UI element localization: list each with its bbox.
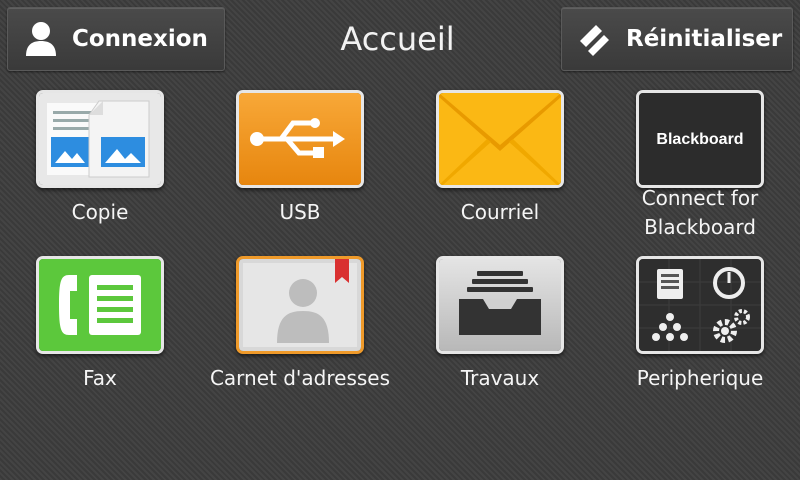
- app-copie[interactable]: Copie: [0, 90, 200, 250]
- app-carnet-d-adresses[interactable]: Carnet d'adresses: [200, 256, 400, 416]
- blackboard-icon: Blackboard: [636, 90, 764, 188]
- app-label: USB: [279, 200, 321, 224]
- user-icon: [24, 21, 58, 57]
- svg-text:Blackboard: Blackboard: [656, 131, 743, 148]
- app-label: Carnet d'adresses: [209, 366, 391, 390]
- copy-icon: [36, 90, 164, 188]
- app-label: Connect for Blackboard: [641, 186, 759, 239]
- login-label: Connexion: [72, 26, 208, 52]
- fax-icon: [36, 256, 164, 354]
- app-travaux[interactable]: Travaux: [400, 256, 600, 416]
- app-label: Travaux: [460, 366, 540, 390]
- jobs-tray-icon: [436, 256, 564, 354]
- app-label: Fax: [83, 366, 117, 390]
- page-title: Accueil: [340, 20, 455, 58]
- app-usb[interactable]: USB: [200, 90, 400, 250]
- app-connect-for-blackboard[interactable]: Blackboard Connect for Blackboard: [600, 90, 800, 250]
- reset-button[interactable]: Réinitialiser: [561, 7, 793, 71]
- login-button[interactable]: Connexion: [7, 7, 225, 71]
- app-courriel[interactable]: Courriel: [400, 90, 600, 250]
- reset-icon: [576, 21, 612, 57]
- app-label: Peripherique: [636, 366, 764, 390]
- email-envelope-icon: [436, 90, 564, 188]
- app-label: Copie: [71, 200, 129, 224]
- app-label: Courriel: [460, 200, 540, 224]
- device-icon: [636, 256, 764, 354]
- app-peripherique[interactable]: Peripherique: [600, 256, 800, 416]
- usb-icon: [236, 90, 364, 188]
- reset-label: Réinitialiser: [626, 26, 783, 52]
- app-fax[interactable]: Fax: [0, 256, 200, 416]
- address-book-icon: [236, 256, 364, 354]
